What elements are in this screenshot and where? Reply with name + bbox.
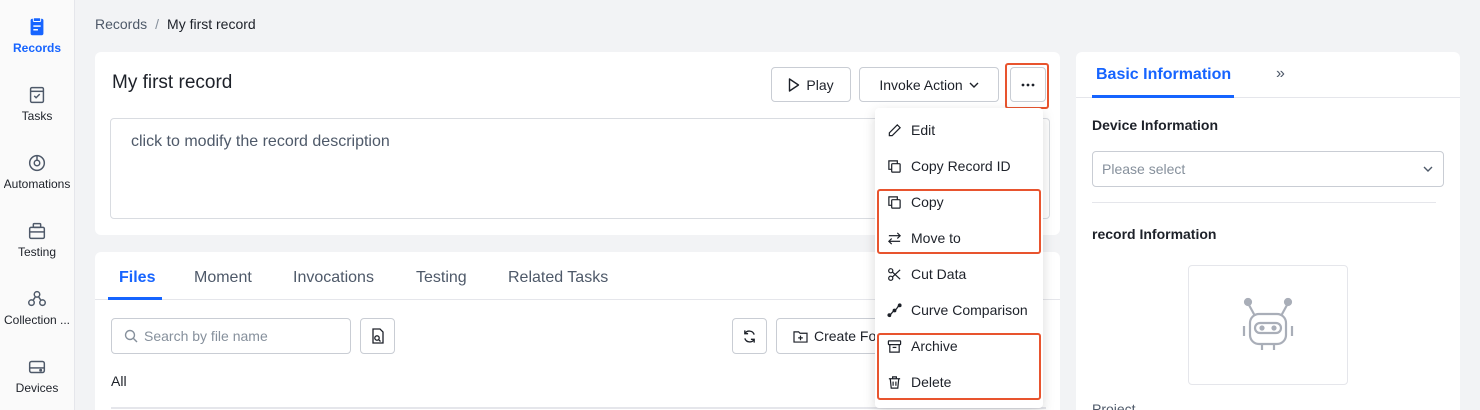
more-button[interactable]: [1010, 67, 1046, 102]
breadcrumb: Records / My first record: [95, 16, 256, 32]
refresh-icon: [744, 329, 755, 343]
active-tab-indicator: [108, 297, 162, 300]
nav-label-records: Records: [12, 41, 62, 55]
menu-label-cut-data: Cut Data: [911, 266, 967, 282]
pencil-icon: [888, 123, 901, 136]
create-folder-label: Create Fo: [814, 328, 877, 344]
menu-label-move-to: Move to: [911, 230, 961, 246]
chevron-down-icon: [969, 82, 979, 88]
archive-icon: [887, 339, 902, 353]
collection-icon: [28, 290, 46, 307]
nav-label-automations: Automations: [3, 177, 71, 191]
play-button[interactable]: Play: [771, 67, 851, 102]
menu-item-cut-data[interactable]: Cut Data: [875, 256, 1043, 292]
menu-label-delete: Delete: [911, 374, 952, 390]
move-icon: [888, 231, 901, 245]
tab-related-tasks[interactable]: Related Tasks: [508, 269, 608, 287]
invoke-label: Invoke Action: [879, 76, 963, 93]
page-title: My first record: [112, 72, 233, 93]
panel-divider: [1092, 202, 1436, 203]
play-icon: [789, 77, 800, 92]
nav-testing[interactable]: Testing: [0, 216, 74, 276]
search-icon: [124, 329, 138, 343]
nav-label-testing: Testing: [17, 245, 57, 259]
nav-automations[interactable]: Automations: [0, 148, 74, 208]
device-select[interactable]: Please select: [1092, 151, 1444, 187]
tab-moment[interactable]: Moment: [194, 269, 252, 287]
folder-plus-icon: [793, 330, 808, 343]
menu-item-move-to[interactable]: Move to: [875, 220, 1043, 256]
nav-collection[interactable]: Collection ...: [0, 284, 74, 344]
device-information-title: Device Information: [1092, 117, 1219, 133]
filter-all[interactable]: All: [111, 373, 127, 389]
menu-label-curve-comparison: Curve Comparison: [911, 302, 1028, 318]
testing-icon: [28, 222, 46, 240]
devices-icon: [28, 360, 46, 374]
project-label: Project: [1092, 401, 1136, 410]
automations-icon: [28, 154, 46, 172]
tasks-icon: [29, 86, 45, 104]
records-icon: [30, 17, 44, 36]
trash-icon: [888, 375, 901, 389]
nav-devices[interactable]: Devices: [0, 352, 74, 410]
menu-label-edit: Edit: [911, 122, 936, 138]
menu-label-archive: Archive: [911, 338, 958, 354]
scissors-icon: [888, 267, 901, 281]
chevron-down-icon: [1423, 166, 1433, 172]
tab-files[interactable]: Files: [119, 269, 155, 287]
nav-tasks[interactable]: Tasks: [0, 80, 74, 140]
menu-item-archive[interactable]: Archive: [875, 328, 1043, 364]
refresh-button[interactable]: [732, 318, 767, 354]
search-placeholder: Search by file name: [144, 328, 268, 344]
menu-item-delete[interactable]: Delete: [875, 364, 1043, 400]
menu-label-copy: Copy: [911, 194, 944, 210]
panel-tabs: Basic Information »: [1076, 52, 1460, 98]
ellipsis-icon: [1021, 83, 1035, 86]
file-search-options-button[interactable]: [360, 318, 395, 354]
info-panel: Basic Information » Device Information P…: [1076, 52, 1460, 410]
tab-invocations[interactable]: Invocations: [293, 269, 374, 287]
breadcrumb-separator: /: [155, 16, 160, 32]
curve-icon: [887, 302, 902, 317]
record-information-title: record Information: [1092, 226, 1217, 242]
menu-item-edit[interactable]: Edit: [875, 112, 1043, 148]
menu-label-copy-record-id: Copy Record ID: [911, 158, 1011, 174]
copy-icon: [888, 159, 901, 173]
file-search-input[interactable]: Search by file name: [111, 318, 351, 354]
menu-item-copy[interactable]: Copy: [875, 184, 1043, 220]
robot-icon: [1242, 297, 1294, 350]
file-search-icon: [371, 328, 384, 344]
expand-icon[interactable]: »: [1276, 65, 1285, 83]
play-label: Play: [806, 76, 834, 93]
sidebar: Records Tasks Automations Testing Collec…: [0, 0, 75, 410]
copy-icon: [888, 195, 901, 209]
breadcrumb-current: My first record: [167, 16, 256, 32]
nav-records[interactable]: Records: [0, 12, 74, 72]
menu-item-curve-comparison[interactable]: Curve Comparison: [875, 292, 1043, 328]
breadcrumb-records-link[interactable]: Records: [95, 16, 147, 32]
robot-image: [1188, 265, 1348, 385]
nav-label-devices: Devices: [15, 381, 59, 395]
nav-label-collection: Collection ...: [3, 313, 71, 327]
tab-testing[interactable]: Testing: [416, 269, 467, 287]
nav-label-tasks: Tasks: [21, 109, 53, 123]
device-select-placeholder: Please select: [1102, 161, 1186, 177]
menu-item-copy-record-id[interactable]: Copy Record ID: [875, 148, 1043, 184]
more-actions-menu: Edit Copy Record ID Copy Move to Cut Dat…: [875, 108, 1043, 408]
tab-basic-information[interactable]: Basic Information: [1096, 66, 1231, 84]
panel-tab-indicator: [1092, 95, 1234, 98]
invoke-action-button[interactable]: Invoke Action: [859, 67, 999, 102]
